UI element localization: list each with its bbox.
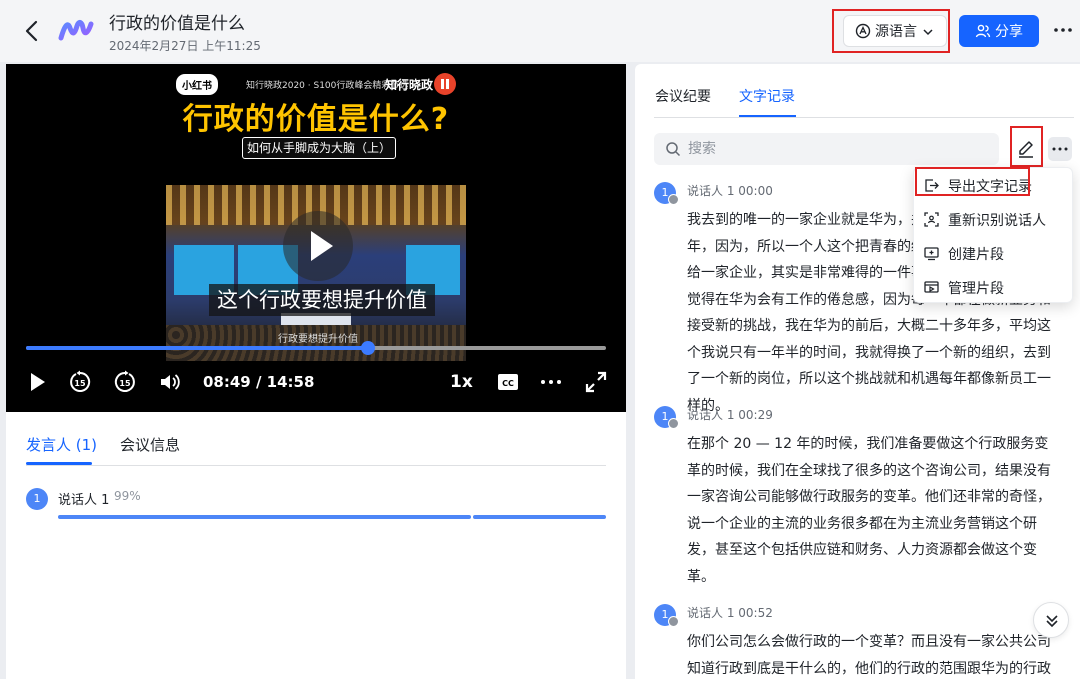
transcript-more-button[interactable]	[1048, 137, 1072, 161]
rewind-15-button[interactable]: 15	[68, 370, 92, 394]
captions-button[interactable]: CC	[496, 370, 520, 394]
play-overlay-button[interactable]	[283, 211, 353, 281]
tab-speakers[interactable]: 发言人 (1)	[26, 434, 97, 455]
speaker-name: 说话人 1	[58, 493, 110, 508]
active-tab-indicator	[739, 115, 796, 117]
forward-15-button[interactable]: 15	[113, 370, 137, 394]
video-title: 行政的价值是什么?	[182, 102, 450, 137]
video-subtitle: 如何从手脚成为大脑（上）	[242, 137, 396, 159]
speaker-percent: 99%	[114, 489, 141, 503]
closed-captions-icon: CC	[498, 374, 518, 390]
entry-meta: 说话人 1 00:52	[687, 606, 773, 620]
progress-fill	[26, 346, 369, 350]
scan-speaker-icon	[924, 212, 939, 227]
brand-logo-icon	[434, 73, 456, 95]
search-input[interactable]	[688, 133, 988, 165]
speaker-row[interactable]: 1 说话人 1 99%	[26, 488, 606, 528]
highlight-box	[915, 167, 1030, 196]
video-platform-logo: 小红书	[176, 74, 218, 95]
more-horizontal-icon	[541, 380, 561, 384]
search-icon	[666, 142, 681, 157]
speaker-badge-icon	[668, 616, 679, 627]
playback-speed-button[interactable]: 1x	[450, 370, 473, 394]
transcript-entry[interactable]: 1 说话人 1 00:52 你们公司怎么会做行政的一个变革？而且没有一家公共公司…	[654, 604, 1064, 679]
back-button[interactable]	[22, 19, 42, 43]
source-language-dropdown[interactable]: 源语言	[843, 15, 947, 47]
video-progress-bar[interactable]	[26, 341, 606, 355]
top-bar: 行政的价值是什么 2024年2月27日 上午11:25 源语言 分享	[0, 0, 1080, 62]
share-label: 分享	[995, 24, 1023, 40]
edit-pencil-icon[interactable]	[1015, 138, 1037, 160]
active-tab-indicator	[26, 462, 92, 465]
app-logo	[58, 19, 94, 41]
play-button[interactable]	[25, 370, 49, 394]
tab-divider	[654, 117, 1074, 118]
video-time: 08:49 / 14:58	[203, 373, 315, 391]
page-title: 行政的价值是什么	[109, 14, 245, 34]
rewind-icon: 15	[70, 370, 91, 392]
video-brand: 知行晓政	[385, 78, 434, 92]
left-tab-bar: 发言人 (1) 会议信息	[26, 422, 606, 466]
entry-meta: 说话人 1 00:00	[687, 184, 773, 198]
speaker-badge-icon	[668, 418, 679, 429]
entry-text: 在那个 20 — 12 年的时候，我们准备要做这个行政服务变革的时候，我们在全球…	[687, 436, 1051, 585]
entry-meta: 说话人 1 00:29	[687, 408, 773, 422]
double-chevron-down-icon	[1046, 615, 1058, 628]
source-language-label: 源语言	[875, 24, 917, 40]
speaker-bar-segment-1	[58, 515, 471, 519]
tab-meeting-summary[interactable]: 会议纪要	[655, 86, 711, 106]
share-button[interactable]: 分享	[959, 15, 1039, 47]
transcript-search[interactable]	[654, 133, 999, 165]
video-frame-caption: 行政要想提升价值	[278, 334, 358, 345]
chevron-down-icon	[923, 29, 933, 36]
fullscreen-icon	[585, 371, 607, 393]
menu-item-reidentify-speaker[interactable]: 重新识别说话人	[914, 202, 1074, 236]
manage-clip-icon	[924, 281, 939, 293]
fullscreen-button[interactable]	[584, 370, 608, 394]
translate-icon	[855, 23, 871, 39]
scroll-to-bottom-button[interactable]	[1033, 602, 1069, 638]
video-more-button[interactable]	[539, 370, 563, 394]
menu-item-create-clip[interactable]: 创建片段	[914, 236, 1074, 270]
page-timestamp: 2024年2月27日 上午11:25	[109, 39, 261, 53]
speaker-badge-icon	[668, 194, 679, 205]
svg-text:CC: CC	[502, 379, 514, 388]
video-player[interactable]: 小红书 知行晓政2020 · S100行政峰会精彩节选 知行晓政 行政的价值是什…	[6, 64, 626, 412]
rewind-seconds: 15	[74, 379, 86, 388]
speaker-bar-segment-2	[473, 515, 606, 519]
create-clip-icon	[924, 247, 939, 261]
tab-transcript[interactable]: 文字记录	[739, 86, 795, 106]
more-options-icon[interactable]	[1051, 20, 1075, 40]
video-caption: 这个行政要想提升价值	[209, 284, 435, 316]
transcript-entry[interactable]: 1 说话人 1 00:29 在那个 20 — 12 年的时候，我们准备要做这个行…	[654, 406, 1064, 586]
play-icon	[31, 373, 45, 391]
volume-icon	[161, 374, 180, 390]
volume-button[interactable]	[158, 370, 182, 394]
users-icon	[975, 24, 991, 38]
chevron-left-icon	[25, 20, 38, 42]
right-panel: 会议纪要 文字记录 导出文字记录 重新识别说话人 创建片段 管理片段 1	[635, 64, 1080, 679]
forward-seconds: 15	[119, 379, 131, 388]
menu-item-manage-clips[interactable]: 管理片段	[914, 270, 1074, 304]
avatar: 1	[26, 488, 48, 510]
forward-icon: 15	[114, 370, 135, 392]
entry-text: 你们公司怎么会做行政的一个变革？而且没有一家公共公司知道行政到底是干什么的，他们…	[687, 634, 1051, 677]
tab-meeting-info[interactable]: 会议信息	[120, 434, 180, 455]
left-panel: 小红书 知行晓政2020 · S100行政峰会精彩节选 知行晓政 行政的价值是什…	[6, 64, 626, 679]
more-horizontal-icon	[1052, 147, 1068, 151]
